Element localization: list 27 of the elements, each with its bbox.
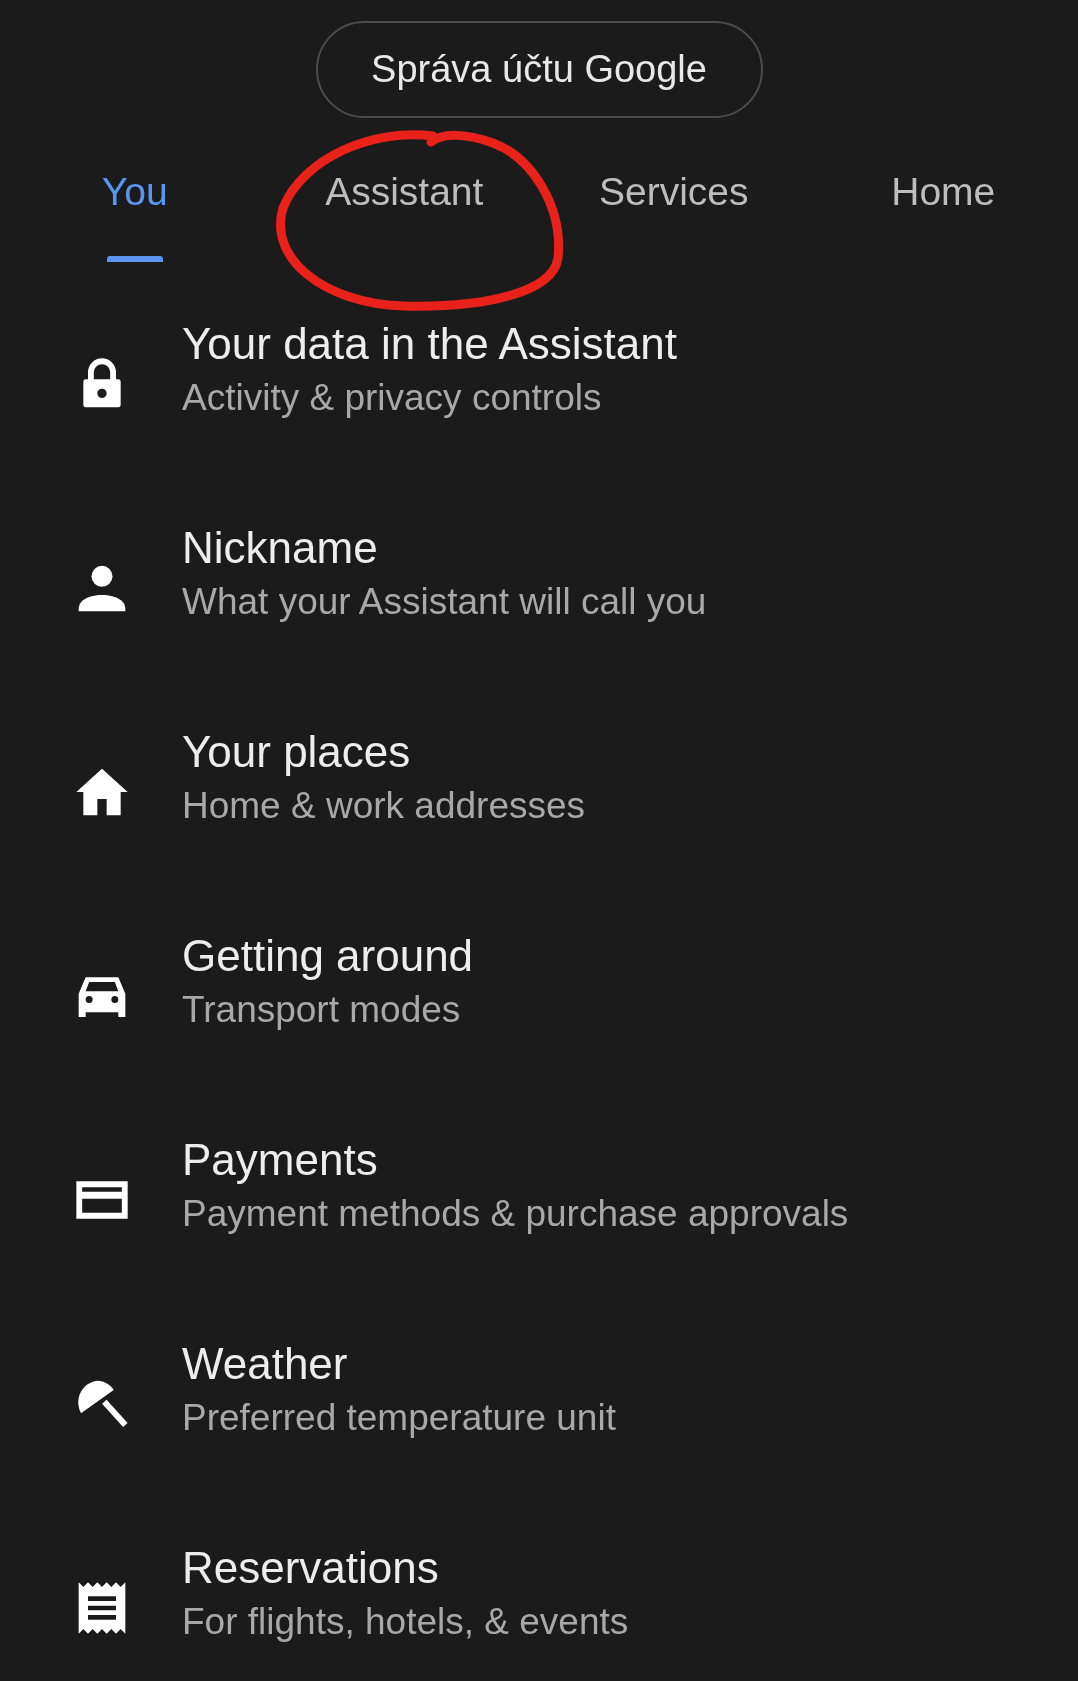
manage-account-button[interactable]: Správa účtu Google xyxy=(315,21,763,118)
settings-item[interactable]: Reservations For flights, hotels, & events xyxy=(0,1506,1078,1681)
item-subtitle: Home & work addresses xyxy=(182,784,586,828)
settings-item[interactable]: Your data in the Assistant Activity & privacy controls xyxy=(0,282,1078,486)
item-subtitle: Payment methods & purchase approvals xyxy=(182,1192,849,1236)
tab[interactable]: Services xyxy=(598,168,749,216)
settings-item[interactable]: Your places Home & work addresses xyxy=(0,690,1078,894)
settings-item[interactable]: Weather Preferred temperature unit xyxy=(0,1302,1078,1506)
item-subtitle: What your Assistant will call you xyxy=(182,580,707,624)
settings-item[interactable]: Getting around Transport modes xyxy=(0,894,1078,1098)
settings-item[interactable]: Nickname What your Assistant will call you xyxy=(0,486,1078,690)
item-title: Your places xyxy=(182,726,412,778)
item-title: Nickname xyxy=(182,522,379,574)
item-subtitle: Activity & privacy controls xyxy=(182,376,603,420)
tab-indicator xyxy=(106,256,163,262)
item-title: Your data in the Assistant xyxy=(182,318,677,370)
item-title: Payments xyxy=(182,1134,379,1186)
tab[interactable]: Assistant xyxy=(325,168,484,216)
tab[interactable]: You xyxy=(101,168,168,216)
item-title: Getting around xyxy=(182,930,474,982)
item-subtitle: Transport modes xyxy=(182,988,462,1032)
settings-item[interactable]: Payments Payment methods & purchase approvals xyxy=(0,1098,1078,1302)
item-title: Weather xyxy=(182,1338,349,1390)
item-subtitle: Preferred temperature unit xyxy=(182,1396,616,1440)
tab[interactable]: Home xyxy=(891,168,996,216)
item-title: Reservations xyxy=(182,1542,440,1594)
item-subtitle: For flights, hotels, & events xyxy=(182,1600,629,1644)
